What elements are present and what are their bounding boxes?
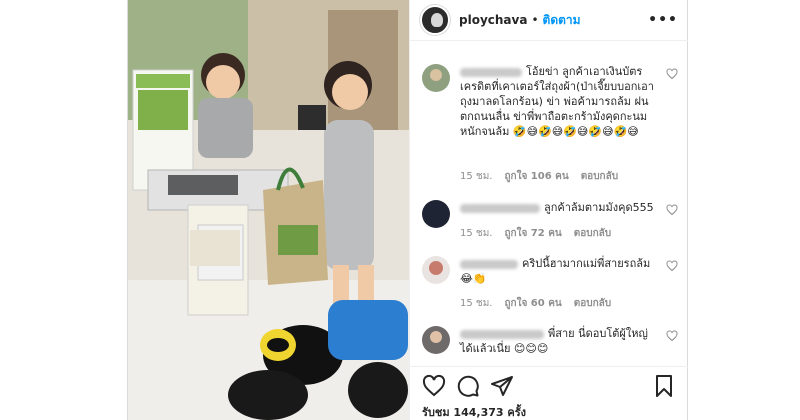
comment-text: ลูกค้าล้มตามมังคุด555 <box>544 201 654 214</box>
comment-meta: 15 ชม. ถูกใจ 106 คน ตอบกลับ <box>460 169 618 184</box>
comment-body: คริปนี้ฮามากแม่พี่สายรถล้ม😂👏 <box>460 256 660 286</box>
view-count: รับชม 144,373 ครั้ง <box>422 406 527 419</box>
commenter-avatar[interactable] <box>422 256 450 284</box>
comments-list[interactable]: โอ้ยข่า ลูกค้าเอาเงินบัตรเครดิตที่เคาเตอ… <box>410 42 688 362</box>
heart-icon[interactable] <box>666 260 678 272</box>
heart-icon[interactable] <box>422 374 446 398</box>
comment-time: 15 ชม. <box>460 171 493 182</box>
commenter-avatar[interactable] <box>422 326 450 354</box>
avatar[interactable] <box>420 5 450 35</box>
separator-dot: • <box>531 13 539 27</box>
instagram-post: ploychava • ติดตาม ••• โอ้ยข่า ลูกค้าเอา… <box>127 0 688 420</box>
comment-body: พี่สาย นี่ดอบโต้ผู้ใหญ่ได้แล้วเนี่ย 😊😊😊 <box>460 326 660 356</box>
comment-body: ลูกค้าล้มตามมังคุด555 <box>460 200 660 215</box>
comment-meta: 15 ชม. ถูกใจ 60 คน ตอบกลับ <box>460 296 611 311</box>
bookmark-icon[interactable] <box>652 374 676 398</box>
reply-button[interactable]: ตอบกลับ <box>581 169 618 184</box>
post-photo[interactable] <box>128 0 409 420</box>
comment-icon[interactable] <box>456 374 480 398</box>
username[interactable]: ploychava <box>459 13 527 27</box>
kids-playing-shop-image <box>128 0 409 420</box>
follow-button[interactable]: ติดตาม <box>543 11 581 30</box>
post-sidebar: ploychava • ติดตาม ••• โอ้ยข่า ลูกค้าเอา… <box>409 0 688 420</box>
heart-icon[interactable] <box>666 330 678 342</box>
reply-button[interactable]: ตอบกลับ <box>574 296 611 311</box>
comment-likes[interactable]: ถูกใจ 60 คน <box>504 296 561 311</box>
share-icon[interactable] <box>490 374 514 398</box>
comment-meta: 15 ชม. ถูกใจ 72 คน ตอบกลับ <box>460 226 611 241</box>
reply-button[interactable]: ตอบกลับ <box>574 226 611 241</box>
comment-likes[interactable]: ถูกใจ 72 คน <box>504 226 561 241</box>
post-actions <box>410 366 688 404</box>
blurred-username <box>460 259 518 269</box>
commenter-avatar[interactable] <box>422 64 450 92</box>
comment-time: 15 ชม. <box>460 298 493 309</box>
blurred-username <box>460 329 544 339</box>
comment-time: 15 ชม. <box>460 228 493 239</box>
comment-body: โอ้ยข่า ลูกค้าเอาเงินบัตรเครดิตที่เคาเตอ… <box>460 64 660 139</box>
post-header: ploychava • ติดตาม ••• <box>410 0 688 41</box>
blurred-username <box>460 67 522 77</box>
blurred-username <box>460 203 540 213</box>
comment-likes[interactable]: ถูกใจ 106 คน <box>504 169 568 184</box>
heart-icon[interactable] <box>666 204 678 216</box>
more-options-icon[interactable]: ••• <box>648 12 678 28</box>
commenter-avatar[interactable] <box>422 200 450 228</box>
heart-icon[interactable] <box>666 68 678 80</box>
